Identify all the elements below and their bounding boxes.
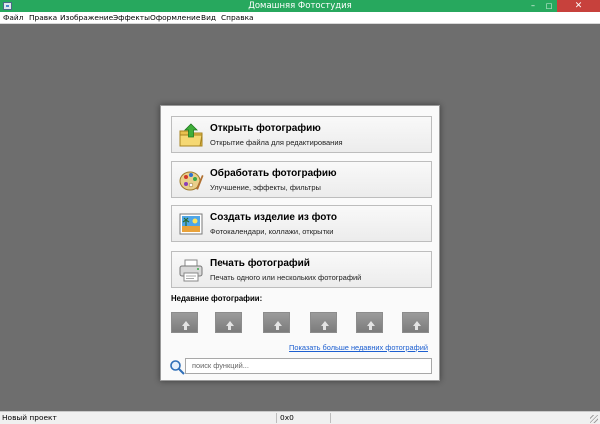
process-photo-button[interactable]: Обработать фотографию Улучшение, эффекты…: [171, 161, 432, 198]
recent-thumbnail[interactable]: [402, 312, 429, 333]
recent-thumbnail[interactable]: [171, 312, 198, 333]
recent-thumbnail[interactable]: [215, 312, 242, 333]
action-title: Печать фотографий: [210, 258, 310, 269]
title-bar: Домашняя Фотостудия – □ ✕: [0, 0, 600, 12]
status-project: Новый проект: [2, 413, 57, 422]
recent-thumbnail[interactable]: [356, 312, 383, 333]
minimize-button[interactable]: –: [525, 0, 541, 12]
resize-grip[interactable]: [590, 415, 598, 423]
search-icon[interactable]: [169, 359, 185, 375]
menu-image[interactable]: Изображение: [60, 13, 113, 23]
action-subtitle: Улучшение, эффекты, фильтры: [210, 183, 321, 192]
menu-view[interactable]: Вид: [201, 13, 216, 23]
recent-thumbnail[interactable]: [310, 312, 337, 333]
recent-thumbnail[interactable]: [263, 312, 290, 333]
menu-effects[interactable]: Эффекты: [113, 13, 150, 23]
open-folder-icon: [179, 123, 203, 147]
menu-edit[interactable]: Правка: [29, 13, 57, 23]
status-separator: [330, 413, 331, 423]
action-subtitle: Открытие файла для редактирования: [210, 138, 343, 147]
print-photos-button[interactable]: Печать фотографий Печать одного или неск…: [171, 251, 432, 288]
open-photo-button[interactable]: Открыть фотографию Открытие файла для ре…: [171, 116, 432, 153]
status-separator: [276, 413, 277, 423]
workspace: Открыть фотографию Открытие файла для ре…: [0, 24, 600, 411]
start-dialog: Открыть фотографию Открытие файла для ре…: [160, 105, 440, 381]
create-product-button[interactable]: Создать изделие из фото Фотокалендари, к…: [171, 205, 432, 242]
function-search-input[interactable]: поиск функций...: [185, 358, 432, 374]
menu-design[interactable]: Оформление: [150, 13, 200, 23]
menu-help[interactable]: Справка: [221, 13, 254, 23]
action-title: Открыть фотографию: [210, 123, 321, 134]
more-recent-photos-link[interactable]: Показать больше недавних фотографий: [289, 343, 428, 352]
status-image-size: 0x0: [280, 413, 294, 422]
close-button[interactable]: ✕: [557, 0, 600, 12]
action-subtitle: Печать одного или нескольких фотографий: [210, 273, 362, 282]
action-title: Обработать фотографию: [210, 168, 337, 179]
printer-icon: [179, 259, 203, 282]
photo-product-icon: [179, 213, 203, 235]
action-title: Создать изделие из фото: [210, 212, 338, 223]
window-title: Домашняя Фотостудия: [248, 1, 352, 11]
maximize-button[interactable]: □: [541, 0, 557, 12]
menu-bar: Файл Правка Изображение Эффекты Оформлен…: [0, 12, 600, 24]
action-subtitle: Фотокалендари, коллажи, открытки: [210, 227, 334, 236]
menu-file[interactable]: Файл: [3, 13, 23, 23]
status-bar: Новый проект 0x0: [0, 411, 600, 424]
palette-icon: [179, 171, 204, 191]
recent-photos-title: Недавние фотографии:: [171, 294, 263, 303]
